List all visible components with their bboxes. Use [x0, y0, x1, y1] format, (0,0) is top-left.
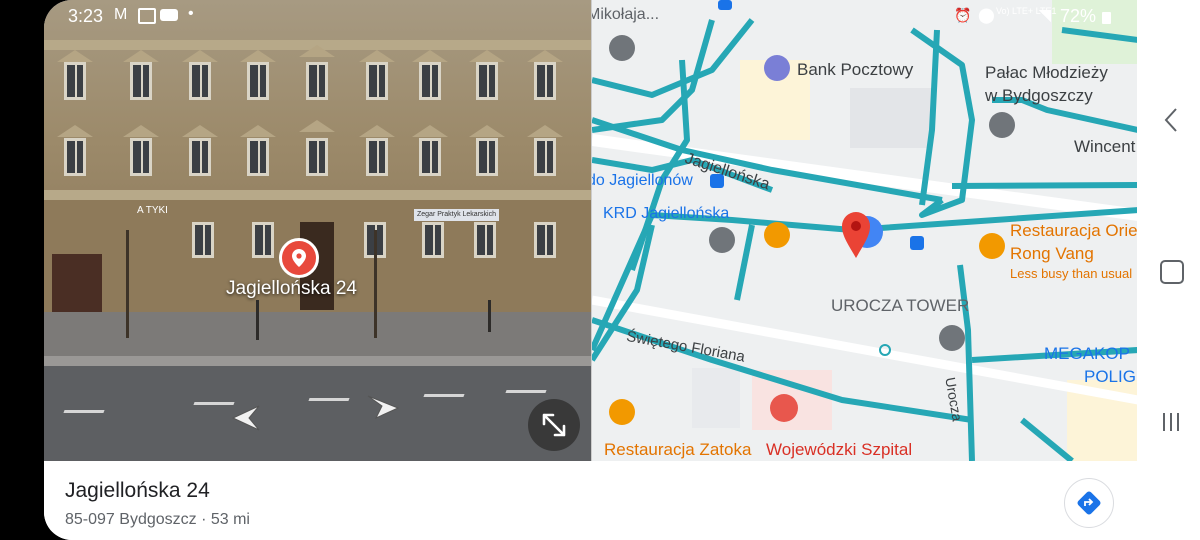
navigation-bar: [1137, 0, 1200, 540]
notification-dot-icon: •: [188, 5, 194, 22]
expand-icon: [542, 413, 566, 437]
garage-door: [52, 254, 102, 312]
bollard: [488, 300, 491, 332]
transit-stop-label[interactable]: KRD Jagiellońska: [603, 205, 729, 223]
window: [130, 138, 152, 176]
tree: [126, 230, 129, 338]
window: [252, 222, 274, 258]
gmail-icon: M: [114, 6, 128, 23]
place-title: Jagiellońska 24: [65, 479, 210, 502]
palace-label[interactable]: w Bydgoszczy: [985, 86, 1093, 106]
recents-icon[interactable]: [1159, 410, 1183, 434]
directions-icon: [1077, 491, 1101, 515]
tree: [374, 230, 377, 338]
directions-button[interactable]: [1064, 478, 1114, 528]
window: [476, 138, 498, 176]
window: [419, 138, 441, 176]
hospital-label[interactable]: Wojewódzki Szpital: [766, 440, 912, 460]
window: [419, 62, 441, 100]
window: [130, 62, 152, 100]
window: [534, 138, 556, 176]
busy-status: Less busy than usual: [1010, 266, 1133, 281]
place-subtitle: 85-097 Bydgoszcz · 53 mi: [65, 511, 250, 528]
app-screen: A TYKI Zegar Praktyk Lekarskich Jagiello…: [44, 0, 1137, 540]
curb: [44, 356, 591, 366]
move-back-arrow-icon[interactable]: [229, 404, 261, 432]
battery-icon: [1102, 12, 1111, 24]
alarm-icon: ⏰: [954, 7, 972, 23]
bank-label[interactable]: Bank Pocztowy: [797, 60, 913, 80]
bollard: [256, 300, 259, 340]
road: [44, 366, 591, 461]
window: [306, 62, 328, 100]
shop-sign: A TYKI: [137, 205, 168, 216]
window: [64, 138, 86, 176]
tower-label[interactable]: UROCZA TOWER: [831, 296, 969, 316]
window: [422, 222, 444, 258]
gallery-icon: [138, 8, 156, 24]
restaurant-label[interactable]: Restauracja Zatoka: [604, 440, 751, 460]
location-icon: ⬤: [978, 7, 995, 24]
street-view-caption: Jagiellońska 24: [226, 278, 357, 299]
place-sheet[interactable]: Jagiellońska 24 85-097 Bydgoszcz · 53 mi: [44, 461, 1137, 540]
shop-sign: Zegar Praktyk Lekarskich: [414, 209, 499, 221]
wincent-label[interactable]: Wincent: [1074, 137, 1135, 157]
status-time: 3:23: [68, 6, 104, 26]
restaurant-label[interactable]: Restauracja Orie: [1010, 221, 1137, 241]
window: [534, 222, 556, 258]
cornice: [44, 190, 591, 200]
window: [189, 62, 211, 100]
store-label[interactable]: POLIG: [1084, 367, 1136, 387]
map-pane[interactable]: Mikołaja... Bank Pocztowy Pałac Młodzież…: [591, 0, 1137, 461]
window: [534, 62, 556, 100]
back-icon[interactable]: [1163, 106, 1179, 134]
location-pin-icon: [279, 238, 319, 278]
move-forward-arrow-icon[interactable]: [366, 392, 400, 420]
signal-icon: [1039, 10, 1051, 22]
window: [474, 222, 496, 258]
palace-label[interactable]: Pałac Młodzieży: [985, 63, 1108, 83]
expand-button[interactable]: [528, 399, 580, 451]
restaurant-label[interactable]: Rong Vang: [1010, 244, 1094, 264]
home-icon[interactable]: [1160, 260, 1184, 284]
status-bar: 3:23 M • ⏰ ⬤ Vo) LTE+ LTE1 72%: [44, 0, 1137, 32]
store-label[interactable]: MEGAKOP: [1044, 344, 1130, 364]
lane-marking: [423, 394, 465, 397]
window: [306, 138, 328, 176]
window: [247, 138, 269, 176]
battery-level: 72%: [1060, 6, 1097, 26]
transit-stop-label[interactable]: do Jagiellonów: [592, 172, 693, 190]
lane-marking: [308, 398, 350, 401]
lane-marking: [505, 390, 547, 393]
window: [366, 62, 388, 100]
window: [64, 62, 86, 100]
window: [192, 222, 214, 258]
youtube-icon: [160, 9, 178, 21]
window: [476, 62, 498, 100]
window: [247, 62, 269, 100]
window: [366, 138, 388, 176]
window: [189, 138, 211, 176]
street-view-pane[interactable]: A TYKI Zegar Praktyk Lekarskich Jagiello…: [44, 0, 591, 461]
lane-marking: [63, 410, 105, 413]
